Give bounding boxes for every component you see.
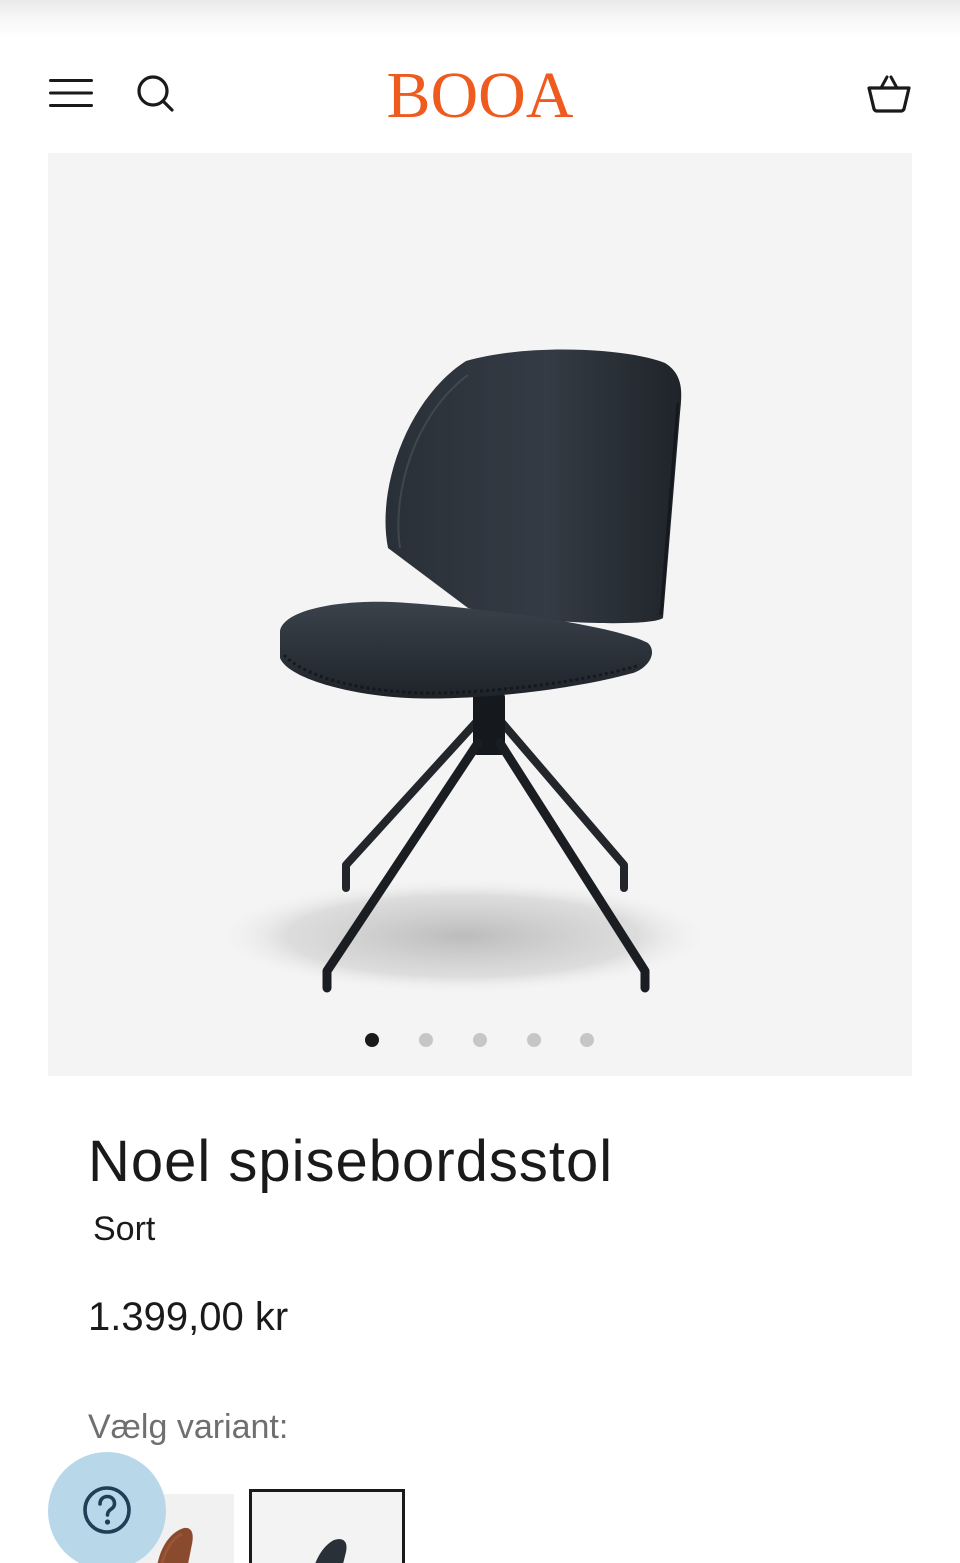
menu-button[interactable] [48, 76, 94, 110]
variant-image-black-chair [315, 1539, 347, 1563]
gallery-dot-1[interactable] [365, 1033, 379, 1047]
gallery-dot-5[interactable] [580, 1033, 594, 1047]
basket-icon [867, 75, 911, 113]
gallery-dot-3[interactable] [473, 1033, 487, 1047]
hamburger-menu-icon [49, 79, 93, 107]
brand-logo[interactable]: BOOA [340, 56, 620, 136]
variant-swatch-black[interactable] [249, 1489, 405, 1563]
question-mark-icon [83, 1486, 131, 1534]
gallery-dot-4[interactable] [527, 1033, 541, 1047]
product-price: 1.399,00 kr [88, 1295, 289, 1339]
search-button[interactable] [134, 72, 176, 114]
search-icon [137, 75, 174, 112]
product-image-gallery[interactable] [48, 153, 912, 1076]
help-button[interactable] [48, 1452, 166, 1563]
variant-label: Vælg variant: [88, 1408, 289, 1446]
site-header: BOOA [0, 40, 960, 150]
product-title: Noel spisebordsstol [88, 1129, 614, 1194]
top-fade [0, 0, 960, 40]
product-image-chair[interactable] [48, 153, 912, 1076]
gallery-dot-2[interactable] [419, 1033, 433, 1047]
gallery-pagination [48, 1033, 912, 1049]
cart-button[interactable] [864, 68, 914, 118]
product-color: Sort [93, 1210, 156, 1248]
